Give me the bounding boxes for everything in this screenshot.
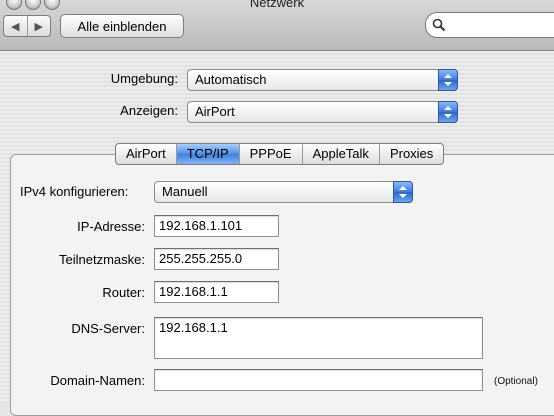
show-popup[interactable]: AirPort <box>187 101 458 123</box>
tab-pppoe[interactable]: PPPoE <box>238 144 302 164</box>
ipv4-configure-popup[interactable]: Manuell <box>154 181 413 203</box>
show-value: AirPort <box>195 104 235 119</box>
tab-airport[interactable]: AirPort <box>116 144 176 164</box>
optional-hint: (Optional) <box>494 376 538 387</box>
ipv4-configure-label: IPv4 konfigurieren: <box>20 184 129 199</box>
location-value: Automatisch <box>195 72 267 87</box>
tab-proxies[interactable]: Proxies <box>378 144 443 164</box>
back-forward-control: ◀ ▶ <box>3 15 51 37</box>
back-button[interactable]: ◀ <box>4 16 27 36</box>
dns-server-field[interactable]: 192.168.1.1 <box>154 317 483 359</box>
forward-button[interactable]: ▶ <box>26 16 51 36</box>
subnet-mask-value: 255.255.255.0 <box>159 251 243 266</box>
left-arrow-icon: ◀ <box>11 20 20 33</box>
popup-arrows-icon <box>393 181 413 203</box>
dns-server-label: DNS-Server: <box>71 321 145 336</box>
subnet-mask-label: Teilnetzmaske: <box>59 252 145 267</box>
show-all-button[interactable]: Alle einblenden <box>60 14 184 38</box>
popup-arrows-icon <box>438 69 458 91</box>
router-label: Router: <box>102 285 145 300</box>
tab-bar: AirPort TCP/IP PPPoE AppleTalk Proxies <box>115 143 445 165</box>
subnet-mask-field[interactable]: 255.255.255.0 <box>154 248 279 270</box>
router-field[interactable]: 192.168.1.1 <box>154 281 279 303</box>
domain-names-label: Domain-Namen: <box>50 373 145 388</box>
popup-arrows-icon <box>438 101 458 123</box>
ipv4-configure-value: Manuell <box>162 184 208 199</box>
show-label: Anzeigen: <box>120 103 178 118</box>
network-preferences-pane: Umgebung: Automatisch Anzeigen: AirPort … <box>0 51 554 416</box>
domain-names-field[interactable] <box>154 369 483 391</box>
location-popup[interactable]: Automatisch <box>187 69 458 91</box>
right-arrow-icon: ▶ <box>34 20 43 33</box>
dns-server-value: 192.168.1.1 <box>159 320 228 335</box>
router-value: 192.168.1.1 <box>159 284 228 299</box>
ip-address-value: 192.168.1.101 <box>159 218 243 233</box>
location-label: Umgebung: <box>110 71 178 86</box>
ip-address-field[interactable]: 192.168.1.101 <box>154 215 279 237</box>
window-toolbar: Netzwerk ◀ ▶ Alle einblenden <box>0 0 554 51</box>
ip-address-label: IP-Adresse: <box>77 219 145 234</box>
search-input[interactable] <box>425 12 554 38</box>
tab-tcp-ip[interactable]: TCP/IP <box>175 144 239 164</box>
search-icon <box>432 18 446 32</box>
tab-appletalk[interactable]: AppleTalk <box>301 144 379 164</box>
window-title: Netzwerk <box>249 0 305 10</box>
